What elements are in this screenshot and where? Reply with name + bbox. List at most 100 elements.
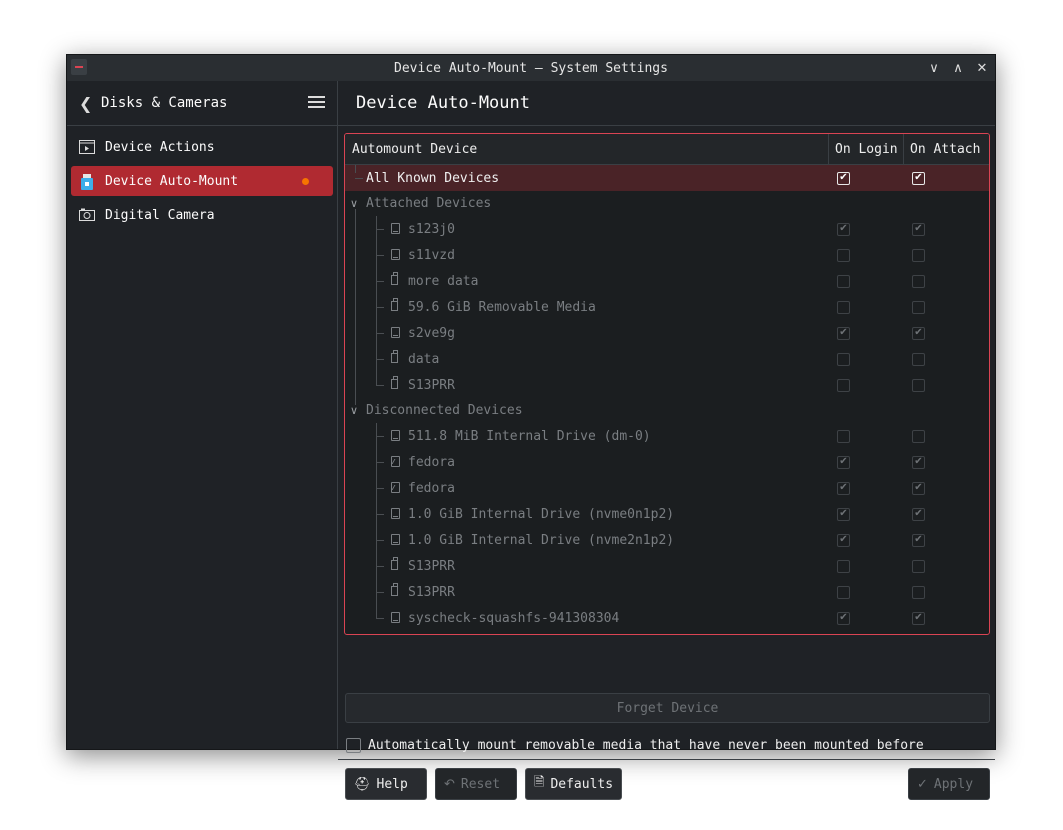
tree-row-all-known-devices[interactable]: All Known Devices ✔ ✔	[345, 165, 989, 191]
column-header-on-attach[interactable]: On Attach	[904, 134, 980, 164]
tree-branch-line	[376, 579, 377, 605]
usb-drive-icon	[391, 583, 398, 596]
sidebar-title: Disks & Cameras	[101, 95, 228, 111]
on-attach-checkbox[interactable]	[912, 378, 925, 392]
on-login-checkbox[interactable]: ✔	[837, 507, 850, 521]
on-attach-checkbox[interactable]	[912, 559, 925, 573]
defaults-button-label: Defaults	[550, 776, 614, 792]
tree-group-disconnected-devices[interactable]: ∨ Disconnected Devices	[345, 398, 989, 423]
maximize-icon[interactable]: ∧	[951, 61, 965, 76]
tree-row-device[interactable]: fedora ✔ ✔	[345, 449, 989, 475]
sidebar-item-device-actions[interactable]: Device Actions	[71, 132, 333, 162]
on-login-checkbox[interactable]	[837, 378, 850, 392]
automount-device-tree[interactable]: Automount Device On Login On Attach All …	[344, 133, 990, 635]
sidebar-item-label: Device Actions	[105, 139, 215, 155]
on-login-checkbox[interactable]: ✔	[837, 481, 850, 495]
on-login-checkbox[interactable]	[837, 559, 850, 573]
reset-button[interactable]: ↶ Reset	[435, 768, 517, 800]
on-login-checkbox[interactable]	[837, 300, 850, 314]
tree-row-device[interactable]: fedora ✔ ✔	[345, 475, 989, 501]
tree-row-label: fedora	[408, 480, 455, 496]
on-login-checkbox[interactable]: ✔	[837, 171, 850, 185]
auto-mount-new-label[interactable]: Automatically mount removable media that…	[368, 738, 924, 753]
app-icon[interactable]	[71, 59, 87, 75]
tree-row-device[interactable]: more data	[345, 268, 989, 294]
minimize-icon[interactable]: ∨	[927, 61, 941, 76]
tree-row-label: 1.0 GiB Internal Drive (nvme2n1p2)	[408, 532, 675, 548]
on-login-checkbox[interactable]: ✔	[837, 611, 850, 625]
on-attach-checkbox[interactable]: ✔	[912, 222, 925, 236]
on-attach-checkbox[interactable]: ✔	[912, 533, 925, 547]
on-attach-checkbox[interactable]	[912, 248, 925, 262]
tree-branch-line	[376, 514, 384, 515]
tree-row-device[interactable]: 511.8 MiB Internal Drive (dm-0)	[345, 423, 989, 449]
tree-branch-line	[355, 165, 356, 173]
tree-branch-line	[376, 255, 384, 256]
tree-row-device[interactable]: data	[345, 346, 989, 372]
on-attach-checkbox[interactable]: ✔	[912, 481, 925, 495]
tree-branch-line	[376, 501, 377, 527]
forget-device-button[interactable]: Forget Device	[345, 693, 990, 723]
tree-branch-line	[376, 333, 384, 334]
chevron-down-icon[interactable]: ∨	[350, 404, 358, 417]
tree-row-label: S13PRR	[408, 558, 455, 574]
tree-branch-line	[376, 566, 384, 567]
sidebar-item-device-auto-mount[interactable]: Device Auto-Mount	[71, 166, 333, 196]
tree-body: All Known Devices ✔ ✔ ∨ Attached Devices s123…	[345, 165, 989, 631]
on-login-checkbox[interactable]: ✔	[837, 326, 850, 340]
tree-branch-line	[376, 294, 377, 320]
on-attach-checkbox[interactable]: ✔	[912, 326, 925, 340]
tree-row-device[interactable]: 1.0 GiB Internal Drive (nvme0n1p2) ✔ ✔	[345, 501, 989, 527]
auto-mount-new-checkbox[interactable]	[346, 737, 361, 753]
tree-branch-line	[376, 423, 377, 449]
on-login-checkbox[interactable]: ✔	[837, 222, 850, 236]
on-attach-checkbox[interactable]	[912, 352, 925, 366]
window-controls: ∨ ∧ ✕	[927, 55, 989, 81]
on-attach-checkbox[interactable]	[912, 274, 925, 288]
close-icon[interactable]: ✕	[975, 61, 989, 76]
on-attach-checkbox[interactable]: ✔	[912, 455, 925, 469]
on-attach-checkbox[interactable]	[912, 585, 925, 599]
tree-row-device[interactable]: syscheck-squashfs-941308304 ✔ ✔	[345, 605, 989, 631]
on-login-checkbox[interactable]	[837, 352, 850, 366]
tree-row-label: S13PRR	[408, 377, 455, 393]
on-login-checkbox[interactable]: ✔	[837, 533, 850, 547]
tree-row-device[interactable]: s123j0 ✔ ✔	[345, 216, 989, 242]
tree-row-device[interactable]: 59.6 GiB Removable Media	[345, 294, 989, 320]
tree-row-device[interactable]: S13PRR	[345, 553, 989, 579]
tree-group-label: Attached Devices	[366, 196, 492, 211]
on-login-checkbox[interactable]: ✔	[837, 455, 850, 469]
apply-button[interactable]: ✓ Apply	[908, 768, 990, 800]
column-header-device[interactable]: Automount Device	[345, 134, 829, 164]
defaults-button[interactable]: 🗎 Defaults	[525, 768, 622, 800]
help-button[interactable]: ⛑ Help	[345, 768, 427, 800]
back-icon[interactable]: ❮	[79, 94, 93, 113]
on-attach-checkbox[interactable]	[912, 429, 925, 443]
document-revert-icon: 🗎	[534, 775, 545, 790]
tree-row-device[interactable]: S13PRR	[345, 372, 989, 398]
tree-branch-line	[376, 372, 377, 385]
on-login-checkbox[interactable]	[837, 274, 850, 288]
on-login-checkbox[interactable]	[837, 429, 850, 443]
tree-row-device[interactable]: s11vzd	[345, 242, 989, 268]
title-bar[interactable]: Device Auto-Mount — System Settings ∨ ∧ …	[67, 55, 995, 81]
tree-row-device[interactable]: 1.0 GiB Internal Drive (nvme2n1p2) ✔ ✔	[345, 527, 989, 553]
on-login-checkbox[interactable]	[837, 248, 850, 262]
on-login-checkbox[interactable]	[837, 585, 850, 599]
tree-row-label: 511.8 MiB Internal Drive (dm-0)	[408, 428, 651, 444]
hamburger-menu-icon[interactable]	[308, 96, 325, 109]
sidebar-item-digital-camera[interactable]: Digital Camera	[71, 200, 333, 230]
column-header-on-login[interactable]: On Login	[829, 134, 904, 164]
undo-icon: ↶	[444, 776, 455, 792]
tree-row-device[interactable]: S13PRR	[345, 579, 989, 605]
tree-row-device[interactable]: s2ve9g ✔ ✔	[345, 320, 989, 346]
check-icon: ✓	[917, 776, 928, 792]
camera-icon	[79, 208, 95, 222]
on-attach-checkbox[interactable]: ✔	[912, 611, 925, 625]
tree-row-label: 59.6 GiB Removable Media	[408, 299, 596, 315]
sidebar-header: ❮ Disks & Cameras	[67, 81, 337, 126]
on-attach-checkbox[interactable]	[912, 300, 925, 314]
tree-group-attached-devices[interactable]: ∨ Attached Devices	[345, 191, 989, 216]
on-attach-checkbox[interactable]: ✔	[912, 171, 925, 185]
on-attach-checkbox[interactable]: ✔	[912, 507, 925, 521]
